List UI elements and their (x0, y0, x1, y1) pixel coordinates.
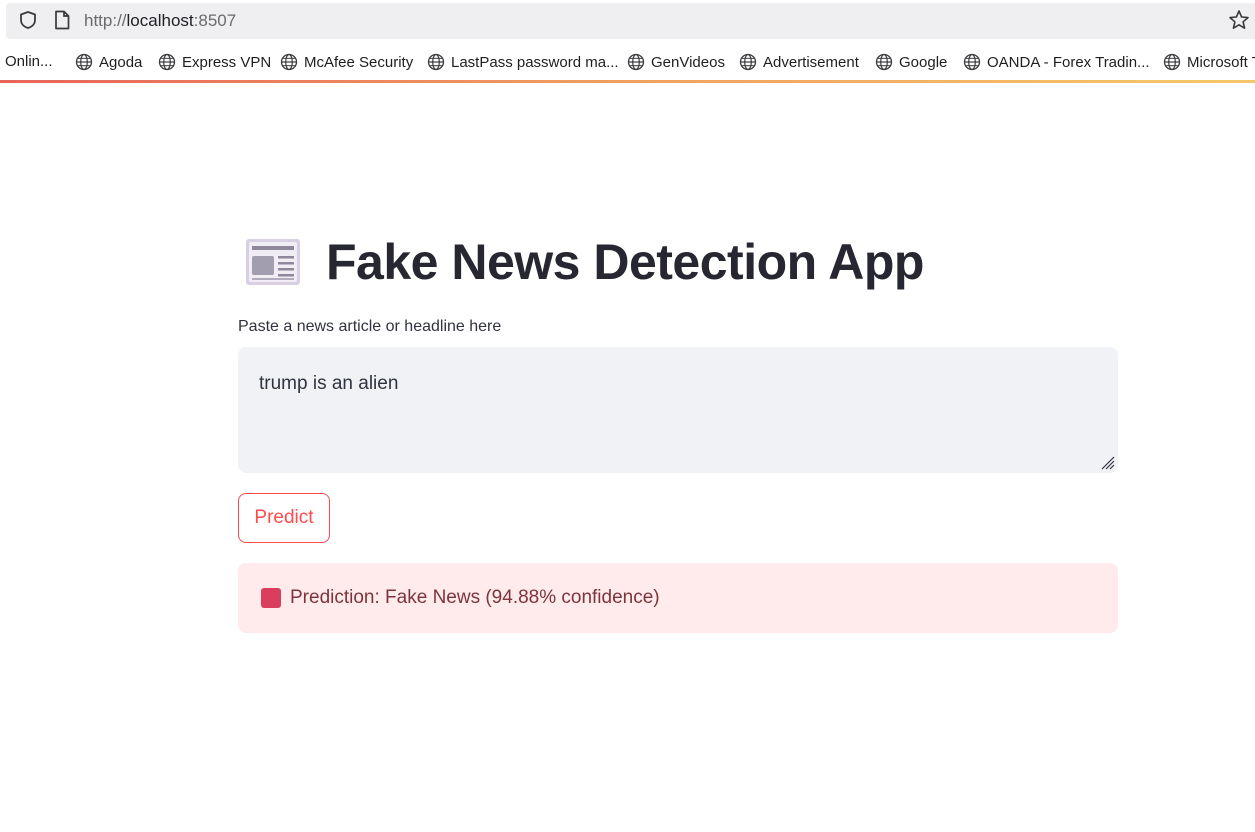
page-title: Fake News Detection App (326, 234, 924, 290)
prediction-alert: Prediction: Fake News (94.88% confidence… (238, 563, 1118, 633)
page-header: Fake News Detection App (244, 233, 924, 291)
bookmark-item[interactable]: McAfee Security (280, 53, 413, 71)
bookmark-label: Onlin... (5, 53, 53, 70)
bookmark-item[interactable]: Express VPN (158, 53, 271, 71)
bookmark-item[interactable]: Agoda (75, 53, 142, 71)
news-text-area[interactable]: trump is an alien (238, 347, 1118, 473)
page-icon (55, 10, 70, 30)
url-port: :8507 (193, 11, 237, 30)
newspaper-icon (246, 239, 300, 285)
bookmark-item[interactable]: LastPass password ma... (427, 53, 619, 71)
globe-icon (875, 53, 893, 71)
red-square-icon (261, 588, 281, 608)
bookmark-item[interactable]: GenVideos (627, 53, 725, 71)
predict-button[interactable]: Predict (238, 493, 330, 543)
url-text[interactable]: http://localhost:8507 (84, 11, 236, 31)
globe-icon (280, 53, 298, 71)
prediction-result: Prediction: Fake News (94.88% confidence… (290, 587, 660, 608)
globe-icon (1163, 53, 1181, 71)
globe-icon (158, 53, 176, 71)
bookmark-label: Express VPN (182, 53, 272, 71)
bookmark-label: McAfee Security (304, 53, 414, 71)
globe-icon (963, 53, 981, 71)
url-scheme: http:// (84, 11, 127, 30)
bookmark-label: Agoda (99, 53, 143, 71)
browser-toolbar: http://localhost:8507 (0, 0, 1255, 42)
bookmark-item[interactable]: Google (875, 53, 947, 71)
input-label: Paste a news article or headline here (238, 318, 502, 335)
bookmark-label: Advertisement (763, 53, 859, 71)
bookmark-label: GenVideos (651, 53, 725, 71)
globe-icon (427, 53, 445, 71)
resize-handle-icon[interactable] (1099, 454, 1115, 470)
header-decoration (0, 80, 1255, 83)
bookmark-label: OANDA - Forex Tradin... (987, 53, 1150, 71)
bookmark-item[interactable]: Onlin... (5, 53, 53, 70)
bookmark-star-icon[interactable] (1228, 9, 1250, 31)
globe-icon (627, 53, 645, 71)
bookmark-item[interactable]: Advertisement (739, 53, 859, 71)
globe-icon (75, 53, 93, 71)
bookmark-label: Microsoft T (1187, 53, 1255, 71)
globe-icon (739, 53, 757, 71)
shield-icon[interactable] (18, 10, 38, 30)
news-text-value: trump is an alien (259, 373, 399, 394)
bookmark-label: Google (899, 53, 948, 71)
url-host: localhost (126, 11, 194, 30)
bookmarks-bar: Onlin... Agoda Express VPN McAfee Securi… (0, 42, 1255, 82)
bookmark-item[interactable]: Microsoft T (1163, 53, 1255, 71)
bookmark-label: LastPass password ma... (451, 53, 619, 71)
bookmark-item[interactable]: OANDA - Forex Tradin... (963, 53, 1150, 71)
